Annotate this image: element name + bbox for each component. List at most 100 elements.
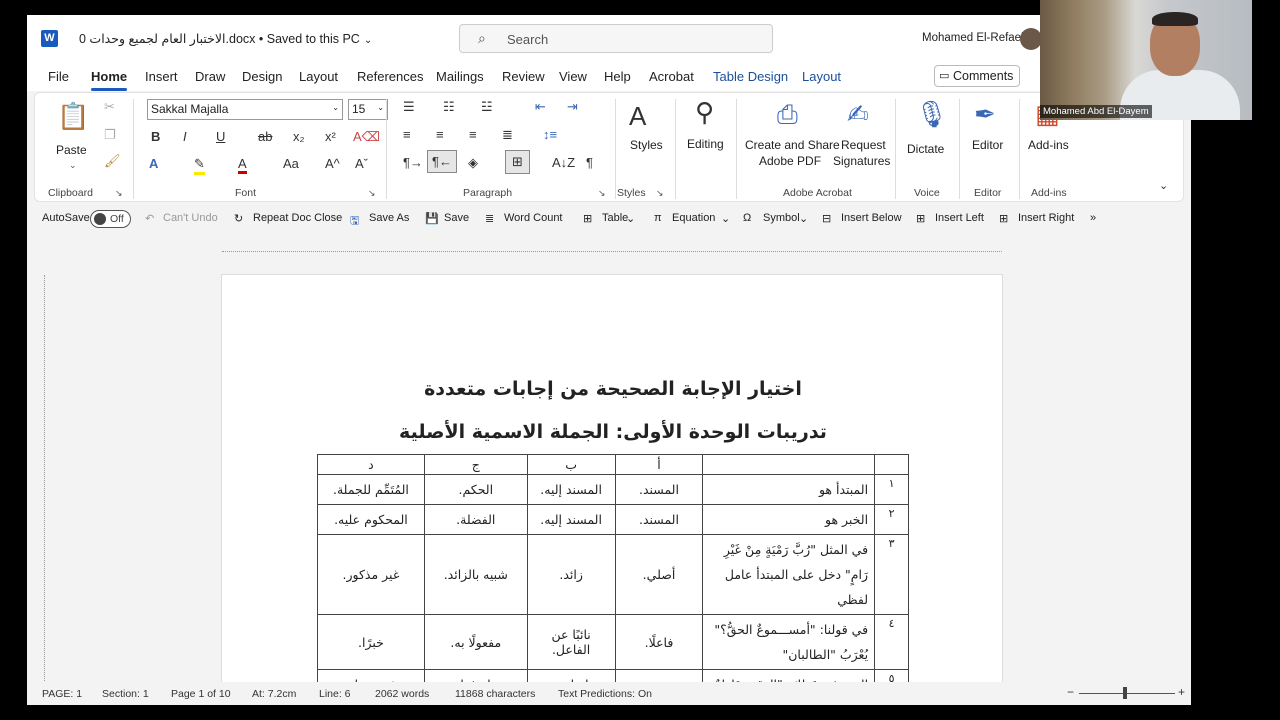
status-page[interactable]: PAGE: 1 <box>42 688 82 700</box>
dialog-launcher-icon[interactable]: ↘ <box>368 188 376 199</box>
row-number[interactable]: ٢ <box>874 504 909 535</box>
zoom-slider[interactable] <box>1079 693 1175 694</box>
grow-font-button[interactable]: A^ <box>325 156 340 171</box>
table-header-cell[interactable]: ج <box>423 454 528 475</box>
vertical-ruler[interactable] <box>35 275 45 695</box>
dictate-button[interactable]: Dictate <box>907 142 944 156</box>
row-number[interactable]: ٣ <box>874 534 909 615</box>
answer-cell[interactable]: خبرًا. <box>317 614 425 670</box>
table-header-cell[interactable]: أ <box>614 454 704 475</box>
bullets-icon[interactable]: ☰ <box>403 99 415 115</box>
ltr-direction-icon[interactable]: ¶→ <box>403 155 423 170</box>
request-signatures-line1[interactable]: Request <box>841 138 886 152</box>
table-header-cell[interactable] <box>874 454 909 475</box>
show-formatting-icon[interactable]: ¶ <box>586 155 593 170</box>
questions-table[interactable]: أ ب ج د ١ المبتدأ هو المسند. المسند إليه… <box>317 454 909 700</box>
dialog-launcher-icon[interactable]: ↘ <box>115 188 123 199</box>
status-text-predictions[interactable]: Text Predictions: On <box>558 688 652 700</box>
table-header-cell[interactable]: د <box>317 454 425 475</box>
zoom-slider-handle[interactable] <box>1123 687 1127 699</box>
tab-layout[interactable]: Layout <box>299 69 338 84</box>
borders-icon[interactable]: ⊞ <box>505 150 530 174</box>
repeat-doc-close-button[interactable]: Repeat Doc Close <box>253 212 342 224</box>
search-input[interactable]: ⌕ Search <box>459 24 773 53</box>
insert-right-button[interactable]: Insert Right <box>1018 212 1074 224</box>
create-pdf-button-line2[interactable]: Adobe PDF <box>759 154 821 168</box>
table-button[interactable]: Table <box>602 212 628 224</box>
answer-cell[interactable]: نائبًا عن الفاعل. <box>526 614 616 670</box>
format-painter-icon[interactable]: 🖌 <box>104 153 121 169</box>
zoom-in-icon[interactable]: + <box>1178 685 1185 699</box>
change-case-button[interactable]: Aa <box>283 156 299 171</box>
font-color-icon[interactable]: A <box>238 156 247 174</box>
answer-cell[interactable]: زائد. <box>526 534 616 615</box>
document-page[interactable]: اختيار الإجابة الصحيحة من إجابات متعددة … <box>221 274 1003 705</box>
tab-design[interactable]: Design <box>242 69 282 84</box>
shrink-font-button[interactable]: Aˇ <box>355 156 368 171</box>
tab-acrobat[interactable]: Acrobat <box>649 69 694 84</box>
paste-button[interactable]: Paste <box>56 143 87 157</box>
answer-cell[interactable]: المسند إليه. <box>526 504 616 535</box>
answer-cell[interactable]: مفعولًا به. <box>423 614 528 670</box>
tab-file[interactable]: File <box>48 69 69 84</box>
copy-icon[interactable]: ❐ <box>104 127 116 143</box>
equation-button[interactable]: Equation <box>672 212 715 224</box>
word-count-button[interactable]: Word Count <box>504 212 563 224</box>
answer-cell[interactable]: غير مذكور. <box>317 534 425 615</box>
italic-button[interactable]: I <box>183 129 187 144</box>
answer-cell[interactable]: المسند إليه. <box>526 474 616 505</box>
question-cell[interactable]: الخبر هو <box>702 504 876 535</box>
table-header-cell[interactable]: ب <box>526 454 616 475</box>
question-cell[interactable]: في المثل "رُبَّ رَمْيَةٍ مِنْ غَيْرِ رَا… <box>702 534 876 615</box>
tab-table-layout[interactable]: Layout <box>802 69 841 84</box>
request-signatures-line2[interactable]: Signatures <box>833 154 890 168</box>
answer-cell[interactable]: أصلي. <box>614 534 704 615</box>
question-cell[interactable]: في قولنا: "أمســـموعٌ الحقُّ؟" يُعْرَبُ … <box>702 614 876 670</box>
align-left-icon[interactable]: ≡ <box>403 127 411 142</box>
tab-view[interactable]: View <box>559 69 587 84</box>
answer-cell[interactable]: شبيه بالزائد. <box>423 534 528 615</box>
comments-button[interactable]: ▭ Comments <box>934 65 1020 87</box>
dialog-launcher-icon[interactable]: ↘ <box>656 188 664 199</box>
zoom-out-icon[interactable]: − <box>1067 685 1074 699</box>
font-name-select[interactable]: Sakkal Majalla ⌄ <box>147 99 343 120</box>
answer-cell[interactable]: فاعلًا. <box>614 614 704 670</box>
tab-insert[interactable]: Insert <box>145 69 178 84</box>
highlight-icon[interactable]: ✎ <box>194 156 205 175</box>
clear-formatting-icon[interactable]: A⌫ <box>353 129 380 145</box>
strikethrough-button[interactable]: ab <box>258 129 272 144</box>
save-button[interactable]: Save <box>444 212 469 224</box>
decrease-indent-icon[interactable]: ⇤ <box>535 99 546 115</box>
horizontal-ruler[interactable] <box>222 236 1002 252</box>
row-number[interactable]: ٤ <box>874 614 909 670</box>
row-number[interactable]: ١ <box>874 474 909 505</box>
editor-button[interactable]: Editor <box>972 138 1003 152</box>
document-title[interactable]: الاختبار العام لجميع وحدات 0.docx • Save… <box>79 31 372 46</box>
align-center-icon[interactable]: ≡ <box>436 127 444 142</box>
answer-cell[interactable]: الحكم. <box>423 474 528 505</box>
font-size-select[interactable]: 15 ⌄ <box>348 99 388 120</box>
more-commands-icon[interactable]: » <box>1090 212 1096 224</box>
tab-references[interactable]: References <box>357 69 423 84</box>
increase-indent-icon[interactable]: ⇥ <box>567 99 578 115</box>
bold-button[interactable]: B <box>151 129 160 144</box>
rtl-direction-icon[interactable]: ¶← <box>427 150 457 173</box>
multilevel-list-icon[interactable]: ☳ <box>481 99 493 115</box>
underline-button[interactable]: U <box>216 129 225 144</box>
editing-button[interactable]: Editing <box>687 137 724 151</box>
save-as-button[interactable]: Save As <box>369 212 409 224</box>
tab-help[interactable]: Help <box>604 69 631 84</box>
status-char-count[interactable]: 11868 characters <box>455 688 535 700</box>
symbol-button[interactable]: Symbol <box>763 212 800 224</box>
answer-cell[interactable]: المسند. <box>614 504 704 535</box>
dialog-launcher-icon[interactable]: ↘ <box>598 188 606 199</box>
status-section[interactable]: Section: 1 <box>102 688 149 700</box>
tab-mailings[interactable]: Mailings <box>436 69 484 84</box>
cant-undo-button[interactable]: Can't Undo <box>163 212 218 224</box>
text-effects-icon[interactable]: A <box>149 156 158 171</box>
insert-below-button[interactable]: Insert Below <box>841 212 902 224</box>
align-right-icon[interactable]: ≡ <box>469 127 477 142</box>
shading-icon[interactable]: ◈ <box>468 155 478 171</box>
create-pdf-button-line1[interactable]: Create and Share <box>745 138 840 152</box>
justify-icon[interactable]: ≣ <box>502 127 513 143</box>
